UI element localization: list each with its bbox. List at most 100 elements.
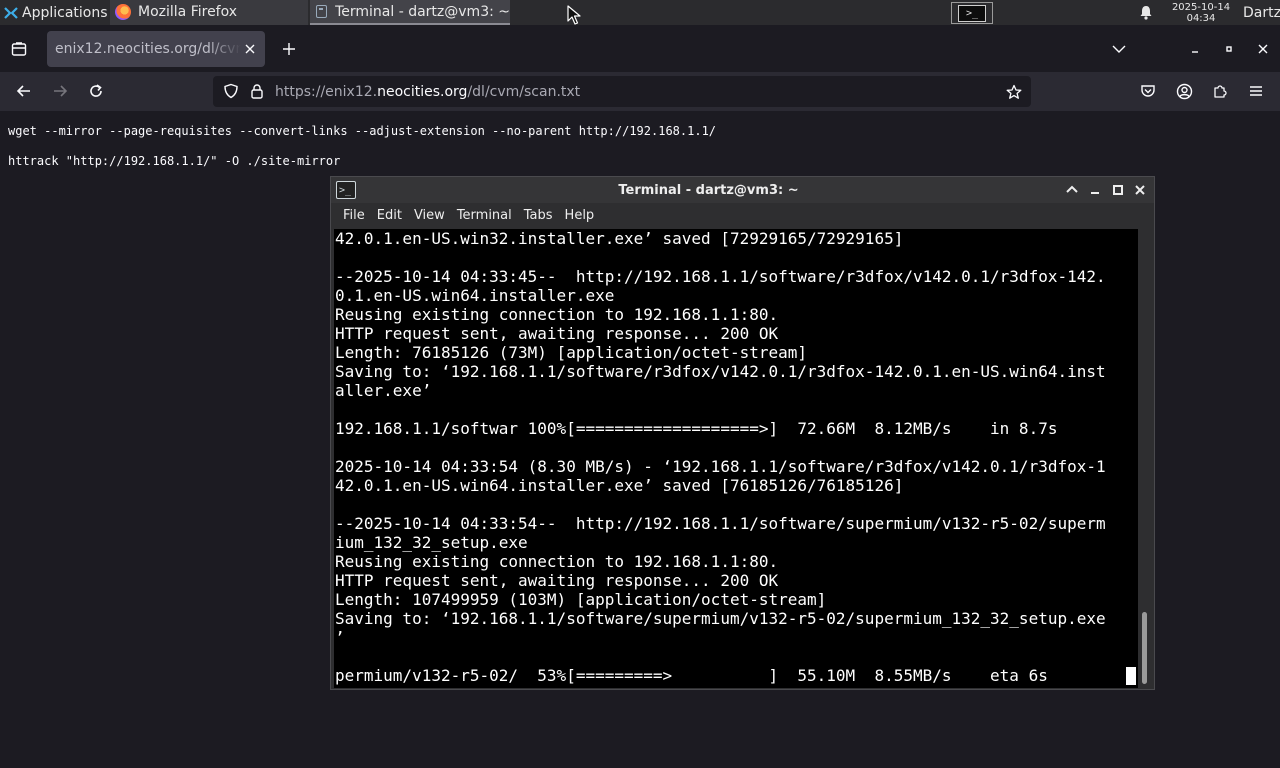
minimize-icon — [1091, 192, 1099, 194]
arrow-left-icon — [16, 85, 30, 97]
minimize-button[interactable] — [1184, 38, 1206, 60]
firefox-icon — [115, 3, 131, 20]
terminal-minimize-button[interactable] — [1086, 181, 1104, 199]
reload-button[interactable] — [84, 79, 108, 103]
shade-button[interactable] — [1063, 181, 1081, 199]
app-menu-button[interactable] — [1244, 79, 1268, 103]
notifications-button[interactable] — [1137, 0, 1155, 25]
close-window-button[interactable] — [1252, 38, 1274, 60]
terminal-line: 192.168.1.1/softwar 100%[===============… — [335, 419, 1058, 438]
menu-view[interactable]: View — [408, 208, 451, 223]
terminal-launcher-button[interactable]: >_ — [951, 2, 993, 24]
terminal-line: Length: 107499959 (103M) [application/oc… — [335, 590, 827, 609]
terminal-line: --2025-10-14 04:33:45-- http://192.168.1… — [335, 267, 1106, 286]
terminal-lines: 42.0.1.en-US.win32.installer.exe’ saved … — [335, 229, 1106, 685]
close-icon — [1135, 185, 1145, 195]
maximize-icon — [1226, 46, 1232, 52]
forward-button[interactable] — [48, 79, 72, 103]
close-icon — [1258, 44, 1268, 54]
terminal-line: ’ — [335, 628, 345, 647]
url-path: /dl/cvm/scan.txt — [467, 83, 581, 100]
terminal-line: Length: 76185126 (73M) [application/octe… — [335, 343, 808, 362]
chevron-down-icon — [1112, 45, 1126, 53]
terminal-line: Reusing existing connection to 192.168.1… — [335, 552, 779, 571]
arrow-right-icon — [54, 85, 68, 97]
url-bar[interactable]: https://enix12. neocities.org/dl/cvm/scan… — [213, 76, 1031, 107]
terminal-title: Terminal - dartz@vm3: ~ — [618, 182, 799, 198]
top-panel: Applications Mozilla Firefox Terminal - … — [0, 0, 1280, 25]
menu-terminal[interactable]: Terminal — [451, 208, 518, 223]
close-icon — [245, 44, 255, 54]
account-icon — [1176, 83, 1192, 99]
terminal-line: permium/v132-r5-02/ 53%[=========> ] 55.… — [335, 666, 1048, 685]
reload-icon — [90, 84, 102, 97]
maximize-button[interactable] — [1218, 38, 1240, 60]
taskbar-item-firefox[interactable]: Mozilla Firefox — [110, 0, 308, 25]
user-menu[interactable]: Dartz — [1243, 0, 1280, 25]
terminal-scrollbar[interactable] — [1139, 229, 1151, 688]
star-icon — [1006, 84, 1022, 99]
lock-icon — [251, 84, 263, 99]
pocket-icon — [1141, 85, 1155, 97]
terminal-menubar: File Edit View Terminal Tabs Help — [331, 203, 1154, 228]
xfce-logo-icon — [3, 5, 19, 21]
firefox-view-button[interactable] — [8, 38, 30, 60]
applications-menu[interactable]: Applications — [0, 0, 108, 25]
account-button[interactable] — [1172, 79, 1196, 103]
clock[interactable]: 2025-10-14 04:34 — [1163, 0, 1239, 25]
extensions-button[interactable] — [1208, 79, 1232, 103]
maximize-icon — [1113, 185, 1123, 195]
terminal-icon — [316, 5, 328, 18]
terminal-line: 42.0.1.en-US.win32.installer.exe’ saved … — [335, 229, 904, 248]
list-all-tabs-button[interactable] — [1108, 38, 1130, 60]
terminal-line: Reusing existing connection to 192.168.1… — [335, 305, 779, 324]
taskbar-label: Mozilla Firefox — [138, 3, 238, 20]
terminal-line: 42.0.1.en-US.win64.installer.exe’ saved … — [335, 476, 904, 495]
tab-scan-txt[interactable]: enix12.neocities.org/dl/cvm/scan.txt — [47, 31, 265, 67]
menu-edit[interactable]: Edit — [371, 208, 408, 223]
menu-help[interactable]: Help — [559, 208, 601, 223]
menu-tabs[interactable]: Tabs — [518, 208, 559, 223]
tracking-protection-button[interactable] — [221, 81, 241, 101]
hamburger-menu-icon — [1250, 86, 1262, 96]
terminal-line: --2025-10-14 04:33:54-- http://192.168.1… — [335, 514, 1106, 533]
chevron-up-icon — [1066, 185, 1078, 193]
terminal-close-button[interactable] — [1131, 181, 1149, 199]
bookmark-button[interactable] — [1003, 81, 1025, 103]
clock-time: 04:34 — [1186, 12, 1216, 24]
url-text[interactable]: https://enix12. neocities.org/dl/cvm/scan… — [275, 76, 580, 107]
terminal-cursor — [1126, 667, 1136, 685]
terminal-line: 0.1.en-US.win64.installer.exe — [335, 286, 615, 305]
new-tab-button[interactable] — [278, 38, 300, 60]
taskbar-label: Terminal - dartz@vm3: ~ — [335, 3, 510, 20]
site-info-button[interactable] — [247, 81, 267, 101]
url-prefix: https://enix12. — [275, 83, 378, 100]
terminal-launcher-icon: >_ — [958, 4, 986, 22]
plus-icon — [283, 43, 295, 55]
puzzle-icon — [1214, 85, 1227, 98]
content-line: wget --mirror --page-requisites --conver… — [8, 124, 717, 138]
tab-close-button[interactable] — [241, 40, 259, 58]
terminal-window: >_ Terminal - dartz@vm3: ~ File Edit Vie… — [330, 176, 1155, 690]
tab-bar: enix12.neocities.org/dl/cvm/scan.txt — [0, 25, 1280, 72]
terminal-maximize-button[interactable] — [1109, 181, 1127, 199]
shield-icon — [224, 83, 238, 99]
terminal-line: aller.exe’ — [335, 381, 432, 400]
terminal-output[interactable]: 42.0.1.en-US.win32.installer.exe’ saved … — [334, 229, 1138, 688]
back-button[interactable] — [12, 79, 36, 103]
desktop: Applications Mozilla Firefox Terminal - … — [0, 0, 1280, 768]
menu-file[interactable]: File — [337, 208, 371, 223]
terminal-line: Saving to: ‘192.168.1.1/software/supermi… — [335, 609, 1106, 628]
scrollbar-thumb[interactable] — [1142, 612, 1147, 684]
taskbar-item-terminal[interactable]: Terminal - dartz@vm3: ~ — [310, 0, 510, 25]
bell-icon — [1140, 6, 1152, 20]
pocket-button[interactable] — [1136, 79, 1160, 103]
clock-date: 2025-10-14 — [1171, 1, 1231, 13]
terminal-titlebar[interactable]: >_ Terminal - dartz@vm3: ~ — [331, 177, 1154, 203]
minimize-icon — [1192, 51, 1198, 53]
